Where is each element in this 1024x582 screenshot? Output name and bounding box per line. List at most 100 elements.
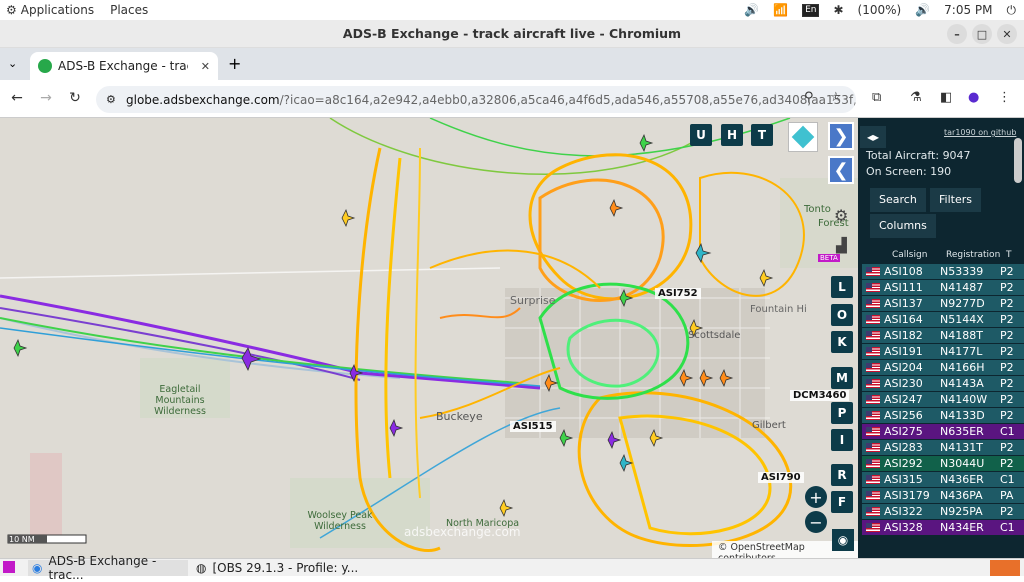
tar1090-link[interactable]: tar1090 on github <box>944 128 1016 137</box>
bluetooth-icon[interactable]: ✱ <box>833 3 843 17</box>
panel-scrollbar[interactable] <box>1014 138 1022 183</box>
table-row[interactable]: ASI182 N4188T P2 <box>862 328 1024 344</box>
aircraft-label-asi515[interactable]: ASI515 <box>510 421 556 432</box>
total-aircraft-value: 9047 <box>942 149 971 162</box>
layer-button-h[interactable]: H <box>721 124 743 146</box>
layer-button-u[interactable]: U <box>690 124 712 146</box>
tab-close-icon[interactable]: ✕ <box>201 60 210 73</box>
settings-gear-icon[interactable]: ⚙ <box>834 206 848 225</box>
url-input[interactable]: ⚙ globe.adsbexchange.com/?icao=a8c164,a2… <box>96 86 856 113</box>
row-registration: N5144X <box>940 313 984 326</box>
labs-icon[interactable]: ⚗ <box>910 90 922 105</box>
layer-button-t[interactable]: T <box>751 124 773 146</box>
table-row[interactable]: ASI3179 N436PA PA <box>862 488 1024 504</box>
table-row[interactable]: ASI191 N4177L P2 <box>862 344 1024 360</box>
table-row[interactable]: ASI204 N4166H P2 <box>862 360 1024 376</box>
workspace-icon[interactable] <box>3 561 15 573</box>
row-callsign: ASI322 <box>884 505 923 518</box>
minimize-button[interactable]: – <box>947 24 967 44</box>
location-icon[interactable]: ⚲ <box>804 90 814 105</box>
col-callsign[interactable]: Callsign <box>884 250 940 260</box>
columns-button[interactable]: Columns <box>870 214 936 238</box>
side-button-f[interactable]: F <box>831 491 853 513</box>
search-button[interactable]: Search <box>870 188 926 212</box>
side-button-l[interactable]: L <box>831 276 853 298</box>
zoom-in-button[interactable]: + <box>805 486 827 508</box>
side-button-r[interactable]: R <box>831 464 853 486</box>
clock[interactable]: 7:05 PM <box>944 3 992 17</box>
table-row[interactable]: ASI137 N9277D P2 <box>862 296 1024 312</box>
row-callsign: ASI108 <box>884 265 923 278</box>
table-row[interactable]: ASI322 N925PA P2 <box>862 504 1024 520</box>
volume-icon[interactable]: 🔊 <box>744 3 759 17</box>
wifi-icon[interactable]: 📶 <box>773 3 788 17</box>
system-tray: 🔊 📶 En ✱ (100%) 🔊 7:05 PM ⏻ <box>744 0 1016 20</box>
bookmark-star-icon[interactable]: ☆ <box>830 90 842 105</box>
place-label-fountain-hills: Fountain Hi <box>750 304 807 315</box>
close-button[interactable]: ✕ <box>997 24 1017 44</box>
next-button[interactable]: ❯ <box>828 122 854 150</box>
us-flag-icon <box>866 491 880 500</box>
prev-button[interactable]: ❮ <box>828 156 854 184</box>
tab-title: ADS-B Exchange - track aircraft live <box>58 59 188 73</box>
row-type: P2 <box>1000 457 1014 470</box>
table-row[interactable]: ASI283 N4131T P2 <box>862 440 1024 456</box>
places-menu[interactable]: Places <box>110 3 148 17</box>
row-registration: N4140W <box>940 393 988 406</box>
table-row[interactable]: ASI164 N5144X P2 <box>862 312 1024 328</box>
back-icon[interactable]: ← <box>8 90 26 106</box>
map-view[interactable]: 10 NM adsbexchange.com © OpenStreetMap c… <box>0 118 858 558</box>
battery-indicator[interactable]: (100%) <box>858 3 902 17</box>
table-row[interactable]: ASI315 N436ER C1 <box>862 472 1024 488</box>
table-row[interactable]: ASI247 N4140W P2 <box>862 392 1024 408</box>
table-row[interactable]: ASI292 N3044U P2 <box>862 456 1024 472</box>
aircraft-label-asi752[interactable]: ASI752 <box>655 288 701 299</box>
layers-button[interactable] <box>788 122 818 152</box>
tab-search-icon[interactable]: ⌄ <box>8 57 17 70</box>
menu-icon[interactable]: ⋮ <box>998 90 1011 105</box>
side-button-k[interactable]: K <box>831 331 853 353</box>
taskbar-item-obs[interactable]: ◍ [OBS 29.1.3 - Profile: y... <box>196 560 358 576</box>
table-row[interactable]: ASI108 N53339 P2 <box>862 264 1024 280</box>
filters-button[interactable]: Filters <box>930 188 981 212</box>
place-label-gilbert: Gilbert <box>752 420 786 431</box>
new-tab-button[interactable]: + <box>228 54 241 73</box>
applications-menu[interactable]: ⚙ Applications <box>6 3 94 17</box>
tab-adsb[interactable]: ADS-B Exchange - track aircraft live ✕ <box>30 52 218 80</box>
side-button-o[interactable]: O <box>831 304 853 326</box>
altitude-chart-icon[interactable]: ▟ <box>836 238 847 254</box>
table-row[interactable]: ASI275 N635ER C1 <box>862 424 1024 440</box>
zoom-out-button[interactable]: − <box>805 511 827 533</box>
row-registration: N4188T <box>940 329 983 342</box>
table-row[interactable]: ASI256 N4133D P2 <box>862 408 1024 424</box>
reload-icon[interactable]: ↻ <box>66 90 84 106</box>
table-row[interactable]: ASI111 N41487 P2 <box>862 280 1024 296</box>
taskbar-item-chromium[interactable]: ◉ ADS-B Exchange - trac... <box>28 554 188 582</box>
address-bar: ← → ↻ ⚙ globe.adsbexchange.com/?icao=a8c… <box>0 80 1024 118</box>
keyboard-layout[interactable]: En <box>802 3 820 17</box>
side-panel-icon[interactable]: ◧ <box>940 90 952 105</box>
col-registration[interactable]: Registration <box>940 250 1000 260</box>
col-type[interactable]: T <box>1000 250 1020 260</box>
site-info-icon[interactable]: ⚙ <box>106 93 116 106</box>
aircraft-label-asi790[interactable]: ASI790 <box>758 472 804 483</box>
power-icon[interactable]: ⏻ <box>1007 3 1017 18</box>
side-button-m[interactable]: M <box>831 367 853 389</box>
forward-icon[interactable]: → <box>37 90 55 106</box>
show-desktop-button[interactable] <box>990 560 1020 576</box>
replay-icon[interactable]: ◉ <box>832 529 854 551</box>
us-flag-icon <box>866 315 880 324</box>
side-button-p[interactable]: P <box>831 402 853 424</box>
speaker-icon[interactable]: 🔊 <box>915 3 930 17</box>
obs-icon: ◍ <box>196 561 207 575</box>
chromium-icon: ◉ <box>32 561 43 575</box>
side-button-i[interactable]: I <box>831 429 853 451</box>
collapse-panel-icon[interactable]: ◂▸ <box>860 126 886 148</box>
aircraft-label-dcm3460[interactable]: DCM3460 <box>790 390 850 401</box>
maximize-button[interactable]: □ <box>972 24 992 44</box>
table-row[interactable]: ASI328 N434ER C1 <box>862 520 1024 536</box>
profile-avatar-icon[interactable]: ● <box>968 90 979 105</box>
table-row[interactable]: ASI230 N4143A P2 <box>862 376 1024 392</box>
extensions-icon[interactable]: ⧉ <box>872 90 881 105</box>
taskbar: ◉ ADS-B Exchange - trac... ◍ [OBS 29.1.3… <box>0 554 1024 582</box>
